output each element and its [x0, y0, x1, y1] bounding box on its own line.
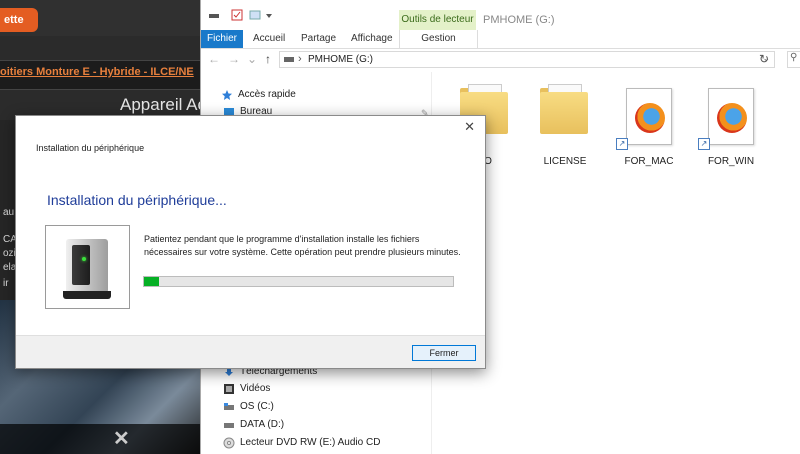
cd-icon	[223, 437, 235, 449]
dialog-title: Installation du périphérique	[36, 143, 145, 153]
drive-icon	[224, 403, 234, 410]
breadcrumb[interactable]: PMHOME (G:)	[308, 54, 373, 65]
device-installation-dialog: Installation du périphérique ✕ Installat…	[15, 115, 486, 369]
nav-item-label: Accès rapide	[238, 89, 296, 100]
file-item-license[interactable]: LICENSE	[530, 78, 600, 173]
drive-tools-tab[interactable]: Outils de lecteur	[399, 10, 476, 30]
website-photo-bar	[0, 424, 205, 454]
device-image-frame	[45, 225, 130, 309]
firefox-icon	[635, 103, 665, 133]
dialog-footer: Fermer	[16, 335, 485, 368]
video-icon	[224, 384, 234, 394]
website-tab[interactable]: ette	[0, 8, 38, 32]
customize-toolbar-icon[interactable]	[263, 9, 275, 21]
document-icon	[626, 88, 672, 145]
tab-manage[interactable]: Gestion	[399, 30, 478, 48]
document-icon	[708, 88, 754, 145]
nav-item-label: OS (C:)	[240, 401, 274, 412]
website-text-line: au	[3, 207, 15, 218]
tab-home[interactable]: Accueil	[253, 30, 285, 48]
nav-item-label: DATA (D:)	[240, 419, 285, 430]
nav-item-label: Lecteur DVD RW (E:) Audio CD	[240, 437, 381, 448]
properties-icon[interactable]	[231, 9, 243, 21]
progress-fill	[144, 277, 160, 286]
external-drive-icon	[66, 239, 108, 293]
file-label: LICENSE	[543, 156, 587, 167]
close-button[interactable]: Fermer	[412, 345, 476, 361]
star-icon	[222, 90, 232, 100]
back-arrow-icon[interactable]: ←	[207, 52, 221, 66]
drive-icon	[224, 423, 234, 428]
tab-share[interactable]: Partage	[301, 30, 336, 48]
quick-access-toolbar: Outils de lecteur PMHOME (G:)	[201, 0, 800, 30]
shortcut-arrow-icon: ↗	[698, 138, 710, 150]
address-field[interactable]: › PMHOME (G:) ⌄	[279, 51, 775, 68]
forward-arrow-icon[interactable]: →	[227, 52, 241, 66]
dialog-message: Patientez pendant que le programme d'ins…	[144, 234, 461, 257]
shortcut-arrow-icon: ↗	[616, 138, 628, 150]
file-list: FO LICENSE ↗ FOR_MAC ↗ FOR_WIN	[432, 72, 800, 454]
up-arrow-icon[interactable]: ↑	[261, 52, 275, 66]
website-product-link[interactable]: oitiers Monture E - Hybride - ILCE/NE	[0, 66, 205, 78]
file-item-for-mac[interactable]: ↗ FOR_MAC	[614, 78, 684, 173]
drive-icon[interactable]	[208, 9, 220, 21]
breadcrumb-separator-icon[interactable]: ›	[298, 53, 302, 65]
nav-item-label: Vidéos	[240, 383, 271, 394]
ribbon-tabs: Fichier Accueil Partage Affichage Gestio…	[201, 30, 800, 49]
search-input[interactable]: ⚲	[787, 51, 800, 68]
drive-face-graphic	[72, 245, 90, 285]
close-icon[interactable]: ✕	[113, 426, 130, 451]
refresh-icon[interactable]: ↻	[759, 52, 769, 66]
activity-led-icon	[82, 257, 86, 261]
file-label: FOR_MAC	[624, 156, 674, 167]
drive-icon	[284, 57, 294, 62]
tab-view[interactable]: Affichage	[351, 30, 393, 48]
window-title: PMHOME (G:)	[483, 14, 555, 26]
tab-file[interactable]: Fichier	[201, 30, 243, 48]
drive-base-graphic	[63, 291, 111, 299]
website-heading: Appareil Ac	[120, 95, 205, 114]
new-folder-icon[interactable]	[249, 9, 261, 21]
address-bar: ← → ⌄ ↑ › PMHOME (G:) ⌄ ↻ ⚲	[201, 49, 800, 71]
progress-bar	[143, 276, 454, 287]
file-label: FOR_WIN	[707, 156, 755, 167]
file-item-for-win[interactable]: ↗ FOR_WIN	[696, 78, 766, 173]
recent-locations-icon[interactable]: ⌄	[245, 52, 259, 66]
search-icon: ⚲	[790, 52, 798, 63]
close-icon[interactable]: ✕	[464, 119, 475, 135]
folder-body-graphic	[540, 92, 588, 134]
firefox-icon	[717, 103, 747, 133]
website-text-line: ir	[3, 278, 9, 289]
dialog-heading: Installation du périphérique...	[47, 192, 227, 208]
